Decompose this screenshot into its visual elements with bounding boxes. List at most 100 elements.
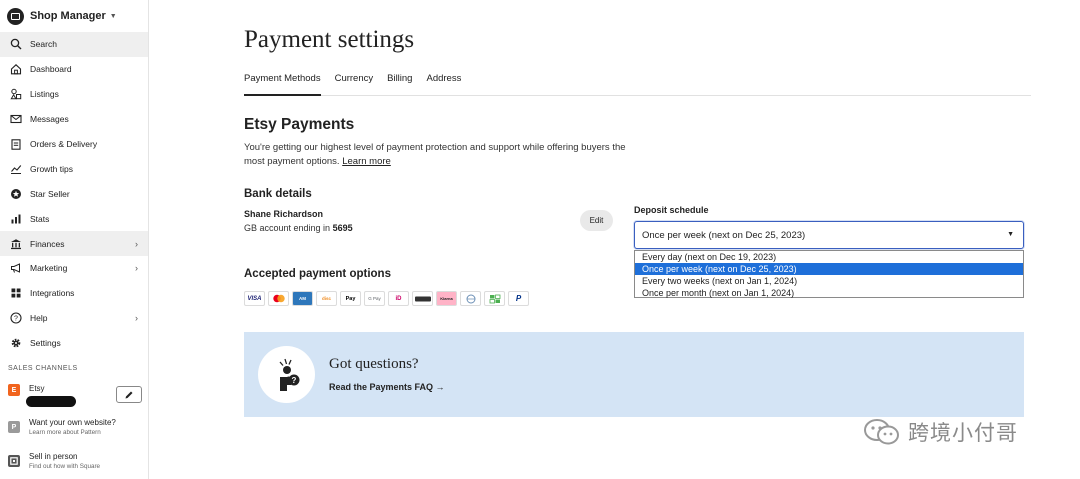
sidebar-item-stats[interactable]: Stats — [0, 206, 148, 231]
channel-title: Want your own website? — [29, 418, 116, 427]
sidebar-item-dashboard[interactable]: Dashboard — [0, 57, 148, 82]
tab-billing[interactable]: Billing — [387, 66, 412, 96]
sidebar-item-finances[interactable]: Finances › — [0, 231, 148, 257]
sidebar-item-label: Listings — [30, 89, 59, 100]
redacted-shop-name — [26, 396, 76, 407]
sidebar-item-label: Settings — [30, 338, 61, 349]
edit-bank-button[interactable]: Edit — [580, 210, 613, 231]
stats-icon — [9, 212, 22, 225]
sidebar-item-label: Search — [30, 39, 57, 50]
tab-payment-methods[interactable]: Payment Methods — [244, 66, 321, 96]
square-badge-icon — [8, 455, 20, 467]
sidebar-item-orders-delivery[interactable]: Orders & Delivery — [0, 132, 148, 157]
search-icon — [9, 38, 22, 51]
bank-details-heading: Bank details — [244, 188, 312, 200]
accepted-payment-heading: Accepted payment options — [244, 268, 391, 280]
help-icon: ? — [9, 312, 22, 325]
account-prefix: GB account ending in — [244, 223, 331, 233]
sidebar-item-marketing[interactable]: Marketing › — [0, 256, 148, 281]
sidebar-item-settings[interactable]: Settings — [0, 331, 148, 356]
sofort-icon — [412, 291, 433, 306]
payment-methods-row: VISA AM disc Pay G Pay iD Klarna P — [244, 291, 532, 306]
deposit-option-once-per-month[interactable]: Once per month (next on Jan 1, 2024) — [635, 287, 1023, 299]
sidebar-item-label: Finances — [30, 238, 65, 249]
sidebar-item-messages[interactable]: Messages — [0, 107, 148, 132]
sidebar-item-label: Marketing — [30, 263, 68, 274]
mail-icon — [9, 113, 22, 126]
etsy-payments-title: Etsy Payments — [244, 116, 355, 133]
channel-etsy[interactable]: E Etsy — [8, 384, 45, 396]
sidebar-item-growth-tips[interactable]: Growth tips — [0, 156, 148, 181]
chevron-right-icon: › — [135, 238, 138, 249]
megaphone-icon — [9, 262, 22, 275]
deposit-schedule-options: Every day (next on Dec 19, 2023) Once pe… — [634, 250, 1024, 298]
faq-title: Got questions? — [329, 356, 419, 372]
paypal-icon: P — [508, 291, 529, 306]
bank-icon — [9, 237, 22, 250]
star-icon — [9, 187, 22, 200]
sidebar-item-label: Stats — [30, 213, 50, 224]
bank-account-info: GB account ending in 5695 — [244, 223, 353, 233]
tab-currency[interactable]: Currency — [335, 66, 374, 96]
shop-manager-logo-icon — [7, 7, 24, 25]
watermark-text: 跨境小付哥 — [908, 422, 1018, 445]
sidebar-item-label: Dashboard — [30, 64, 72, 75]
sidebar-nav: Search Dashboard Listings Messages Order… — [0, 32, 148, 356]
sidebar-item-star-seller[interactable]: Star Seller — [0, 181, 148, 206]
sidebar-item-help[interactable]: ? Help › — [0, 306, 148, 331]
sales-channels-heading: SALES CHANNELS — [8, 364, 78, 372]
shop-manager-title: Shop Manager — [30, 10, 106, 22]
wechat-icon — [864, 419, 899, 445]
sidebar-item-label: Star Seller — [30, 188, 70, 199]
sidebar-item-label: Growth tips — [30, 163, 73, 174]
etsy-payments-description: You're getting our highest level of paym… — [244, 141, 634, 169]
visa-icon: VISA — [244, 291, 265, 306]
sidebar-item-integrations[interactable]: Integrations — [0, 281, 148, 306]
sidebar-item-listings[interactable]: Listings — [0, 82, 148, 107]
sidebar-item-label: Orders & Delivery — [30, 139, 98, 149]
deposit-selected-value: Once per week (next on Dec 25, 2023) — [642, 229, 806, 241]
sidebar-item-label: Integrations — [30, 288, 75, 299]
ideal-icon: iD — [388, 291, 409, 306]
discover-icon: disc — [316, 291, 337, 306]
pencil-icon — [125, 391, 133, 398]
page-title: Payment settings — [244, 26, 415, 53]
sidebar-item-label: Messages — [30, 114, 69, 125]
channel-title: Etsy — [29, 384, 45, 393]
deposit-schedule-label: Deposit schedule — [634, 205, 709, 215]
watermark: 跨境小付哥 — [862, 417, 1018, 447]
channel-subtitle: Learn more about Pattern — [29, 429, 101, 436]
channel-subtitle: Find out how with Square — [29, 463, 101, 470]
home-icon — [9, 63, 22, 76]
store-credit-icon — [484, 291, 505, 306]
shop-manager-header[interactable]: Shop Manager ▼ — [0, 0, 148, 32]
tab-address[interactable]: Address — [426, 66, 461, 96]
etsy-badge-icon: E — [8, 384, 20, 396]
amex-icon: AM — [292, 291, 313, 306]
gift-card-icon — [460, 291, 481, 306]
description-text: You're getting our highest level of paym… — [244, 142, 626, 167]
deposit-option-once-per-week[interactable]: Once per week (next on Dec 25, 2023) — [635, 263, 1023, 275]
pattern-badge-icon: P — [8, 421, 20, 433]
deposit-schedule-select[interactable]: Once per week (next on Dec 25, 2023) ▼ — [634, 221, 1024, 249]
deposit-option-every-two-weeks[interactable]: Every two weeks (next on Jan 1, 2024) — [635, 275, 1023, 287]
sidebar: Shop Manager ▼ Search Dashboard Listings — [0, 0, 149, 479]
edit-channel-button[interactable] — [116, 386, 142, 403]
channel-square[interactable]: Sell in person Find out how with Square — [8, 452, 100, 471]
learn-more-link[interactable]: Learn more — [342, 156, 391, 167]
apple-pay-icon: Pay — [340, 291, 361, 306]
caret-down-icon: ▼ — [1007, 231, 1014, 238]
settings-tabs: Payment Methods Currency Billing Address — [244, 66, 1031, 96]
chevron-right-icon: › — [135, 313, 138, 324]
sidebar-item-search[interactable]: Search — [0, 32, 148, 57]
grid-icon — [9, 287, 22, 300]
payments-faq-link[interactable]: Read the Payments FAQ → — [329, 382, 445, 392]
faq-banner: ? Got questions? Read the Payments FAQ → — [244, 332, 1024, 417]
clipboard-icon — [9, 138, 22, 151]
deposit-option-every-day[interactable]: Every day (next on Dec 19, 2023) — [635, 251, 1023, 263]
channel-pattern[interactable]: P Want your own website? Learn more abou… — [8, 418, 116, 437]
sidebar-item-label: Help — [30, 313, 48, 324]
mastercard-icon — [268, 291, 289, 306]
growth-icon — [9, 162, 22, 175]
google-pay-icon: G Pay — [364, 291, 385, 306]
